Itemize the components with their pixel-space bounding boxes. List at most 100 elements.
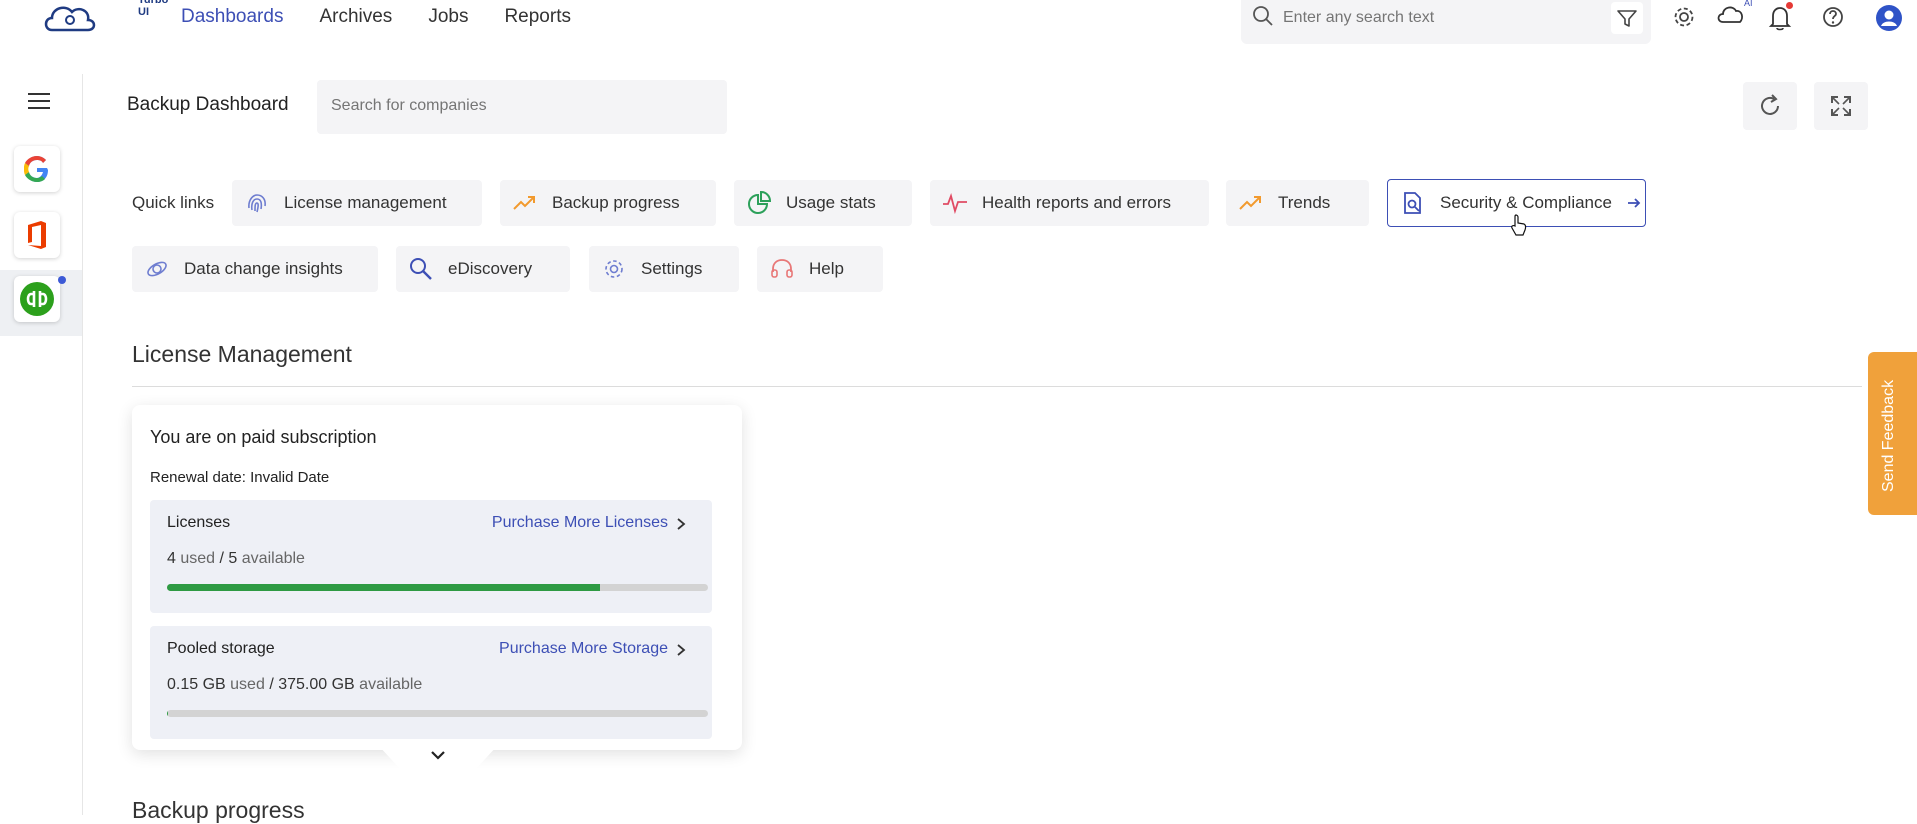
sidebar-app-google[interactable]: [14, 146, 60, 192]
cloud-logo-icon: [42, 0, 98, 36]
used-word: used: [230, 676, 265, 693]
sidebar-app-office[interactable]: [14, 212, 60, 258]
company-search: [317, 80, 727, 134]
quick-links-label: Quick links: [132, 193, 214, 213]
licenses-progress-bar: [167, 584, 708, 591]
user-avatar-icon[interactable]: [1875, 4, 1903, 32]
trend-up-icon: [1238, 190, 1264, 216]
quick-link-label: Trends: [1278, 193, 1330, 213]
send-feedback-tab[interactable]: Send Feedback: [1868, 352, 1917, 515]
quick-link-label: Backup progress: [552, 193, 680, 213]
quick-link-label: Data change insights: [184, 259, 343, 279]
chevron-down-icon: [430, 749, 446, 761]
refresh-button[interactable]: [1743, 82, 1797, 130]
mouse-cursor-icon: [1510, 214, 1528, 236]
notifications-button[interactable]: [1767, 4, 1793, 32]
ai-cloud-button[interactable]: AI: [1716, 2, 1750, 32]
app-logo[interactable]: Turbo UI: [42, 0, 142, 36]
quick-link-label: Help: [809, 259, 844, 279]
app-active-dot: [58, 276, 66, 284]
top-bar: Turbo UI Dashboards Archives Jobs Report…: [0, 0, 1917, 40]
quick-link-settings[interactable]: Settings: [589, 246, 739, 292]
quick-link-label: Usage stats: [786, 193, 876, 213]
licenses-title: Licenses: [167, 514, 230, 532]
gear-icon[interactable]: [1671, 4, 1697, 30]
nav-reports[interactable]: Reports: [504, 6, 571, 28]
licenses-panel: Licenses Purchase More Licenses 4 used /…: [150, 500, 712, 613]
storage-panel: Pooled storage Purchase More Storage 0.1…: [150, 626, 712, 739]
quick-link-usage-stats[interactable]: Usage stats: [734, 180, 912, 226]
ai-badge: AI: [1744, 0, 1753, 8]
nav-jobs[interactable]: Jobs: [428, 6, 468, 28]
chevron-right-icon[interactable]: [674, 642, 688, 658]
pie-chart-icon: [746, 190, 772, 216]
backup-progress-section-title: Backup progress: [132, 797, 305, 824]
storage-title: Pooled storage: [167, 640, 275, 658]
quick-link-label: Security & Compliance: [1440, 193, 1612, 213]
licenses-progress-fill: [167, 584, 600, 591]
available-word: available: [359, 676, 422, 693]
nav-archives[interactable]: Archives: [319, 6, 392, 28]
top-navigation: Dashboards Archives Jobs Reports: [181, 6, 571, 28]
cloud-icon: [1716, 2, 1746, 28]
quick-link-label: eDiscovery: [448, 259, 532, 279]
filter-button[interactable]: [1611, 2, 1643, 34]
storage-used: 0.15 GB: [167, 676, 226, 693]
section-divider: [132, 386, 1862, 387]
renewal-date: Renewal date: Invalid Date: [150, 469, 329, 486]
used-word: used: [180, 550, 215, 567]
filter-icon: [1611, 2, 1643, 34]
quick-link-label: Health reports and errors: [982, 193, 1171, 213]
google-icon: [14, 146, 60, 192]
licenses-total: 5: [228, 550, 237, 567]
headset-icon: [769, 256, 795, 282]
quick-link-trends[interactable]: Trends: [1226, 180, 1369, 226]
company-search-input[interactable]: [329, 96, 713, 116]
quickbooks-icon: [14, 276, 60, 322]
fullscreen-button[interactable]: [1814, 82, 1868, 130]
global-search-input[interactable]: [1281, 4, 1605, 32]
search-icon: [1251, 4, 1275, 28]
refresh-icon: [1743, 82, 1797, 130]
logo-text: Turbo UI: [138, 0, 168, 18]
quick-link-label: Settings: [641, 259, 702, 279]
card-expand-tab[interactable]: [378, 745, 498, 771]
purchase-licenses-link[interactable]: Purchase More Licenses: [492, 514, 668, 532]
document-search-icon: [1400, 190, 1426, 216]
sidebar-app-quickbooks[interactable]: [14, 276, 60, 322]
storage-total: 375.00 GB: [278, 676, 355, 693]
purchase-storage-link[interactable]: Purchase More Storage: [499, 640, 668, 658]
separator: /: [220, 550, 224, 567]
magnifier-icon: [408, 256, 434, 282]
office-icon: [14, 212, 60, 258]
chevron-right-icon[interactable]: [674, 516, 688, 532]
quick-link-health-reports[interactable]: Health reports and errors: [930, 180, 1209, 226]
license-section-title: License Management: [132, 341, 352, 368]
storage-usage: 0.15 GB used / 375.00 GB available: [167, 676, 422, 694]
storage-progress-bar: [167, 710, 708, 717]
help-icon[interactable]: [1820, 4, 1846, 30]
menu-icon[interactable]: [26, 92, 52, 110]
gear-icon: [601, 256, 627, 282]
quick-link-backup-progress[interactable]: Backup progress: [500, 180, 716, 226]
licenses-used: 4: [167, 550, 176, 567]
quick-link-help[interactable]: Help: [757, 246, 883, 292]
pulse-icon: [942, 190, 968, 216]
quick-link-license-management[interactable]: License management: [232, 180, 482, 226]
fingerprint-icon: [244, 190, 270, 216]
quick-link-label: License management: [284, 193, 447, 213]
satellite-icon: [144, 256, 170, 282]
quick-link-data-change-insights[interactable]: Data change insights: [132, 246, 378, 292]
notification-dot: [1786, 2, 1793, 9]
available-word: available: [242, 550, 305, 567]
send-feedback-label: Send Feedback: [1880, 380, 1898, 492]
global-search: [1241, 0, 1651, 44]
nav-dashboards[interactable]: Dashboards: [181, 6, 283, 28]
subscription-heading: You are on paid subscription: [150, 427, 377, 448]
separator: /: [269, 676, 273, 693]
page-title: Backup Dashboard: [127, 94, 289, 116]
licenses-usage: 4 used / 5 available: [167, 550, 305, 568]
license-card: You are on paid subscription Renewal dat…: [132, 405, 742, 750]
arrow-right-icon: [1626, 195, 1642, 211]
quick-link-ediscovery[interactable]: eDiscovery: [396, 246, 570, 292]
